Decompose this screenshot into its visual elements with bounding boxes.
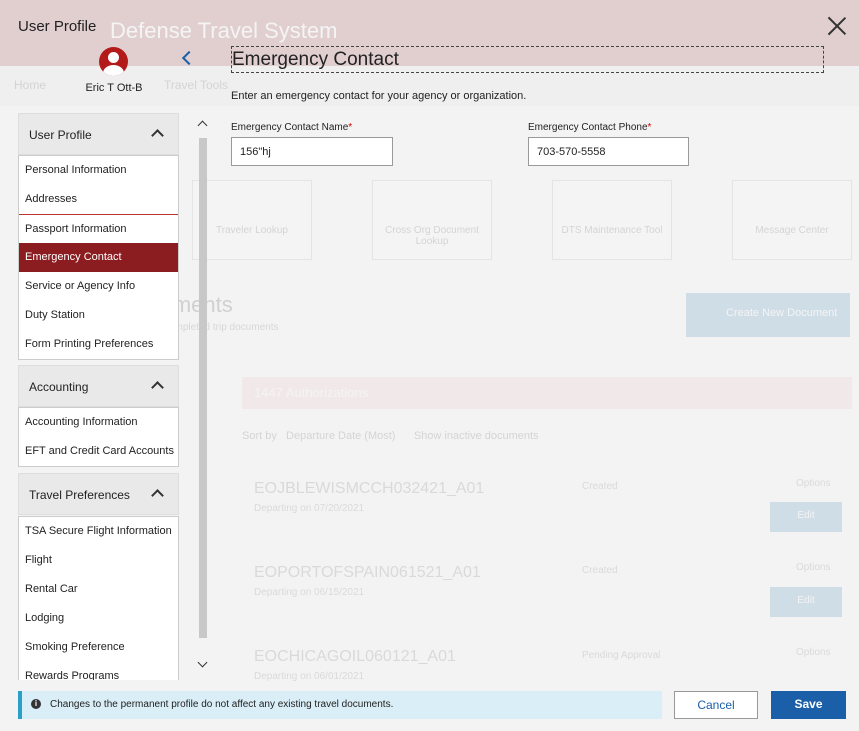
- group-label: Travel Preferences: [29, 488, 130, 502]
- group-header-user-profile[interactable]: User Profile: [18, 113, 179, 155]
- group-items-accounting: Accounting Information EFT and Credit Ca…: [18, 407, 179, 467]
- user-name: Eric T Ott-B: [85, 82, 143, 94]
- app-title: Defense Travel System: [110, 18, 338, 43]
- group-header-accounting[interactable]: Accounting: [18, 365, 179, 407]
- back-chevron-icon[interactable]: [178, 49, 196, 67]
- doc-status: Pending Approval: [582, 650, 661, 661]
- chevron-up-icon[interactable]: [151, 489, 164, 502]
- profile-sidebar: User Profile Personal Information Addres…: [18, 113, 194, 680]
- sidebar-item-addresses[interactable]: Addresses: [19, 185, 178, 214]
- sidebar-item-smoking-preference[interactable]: Smoking Preference: [19, 633, 178, 662]
- doc-options: Options: [796, 478, 831, 489]
- emergency-contact-name-label: Emergency Contact Name*: [231, 122, 353, 133]
- sidebar-item-accounting-information[interactable]: Accounting Information: [19, 408, 178, 437]
- sidebar-scrollbar[interactable]: [197, 116, 209, 679]
- group-header-travel-preferences[interactable]: Travel Preferences: [18, 473, 179, 515]
- doc-sub: Departing on 07/20/2021: [254, 503, 365, 514]
- tile-traveler-lookup: Traveler Lookup: [192, 180, 312, 260]
- avatar-icon: [99, 47, 128, 76]
- chevron-up-icon[interactable]: [151, 381, 164, 394]
- tile-cross-org: Cross Org Document Lookup: [372, 180, 492, 260]
- notice-text: Changes to the permanent profile do not …: [50, 699, 394, 710]
- sidebar-item-emergency-contact[interactable]: Emergency Contact: [19, 243, 178, 272]
- tile-message-center: Message Center: [732, 180, 852, 260]
- doc-button: Edit: [770, 587, 842, 617]
- info-icon: i: [31, 699, 41, 709]
- create-document-button: Create New Document: [686, 293, 850, 337]
- sidebar-item-personal-information[interactable]: Personal Information: [19, 156, 178, 185]
- emergency-contact-name-input[interactable]: [231, 137, 393, 166]
- doc-name: EOPORTOFSPAIN061521_A01: [254, 564, 481, 581]
- scroll-down-icon[interactable]: [197, 657, 208, 668]
- chevron-up-icon[interactable]: [151, 129, 164, 142]
- group-items-travel-preferences: TSA Secure Flight Information Flight Ren…: [18, 516, 179, 680]
- nav-home: Home: [14, 78, 47, 92]
- sidebar-item-passport-information[interactable]: Passport Information: [19, 214, 178, 243]
- emergency-contact-phone-input[interactable]: [528, 137, 689, 166]
- scrollbar-thumb[interactable]: [199, 138, 207, 638]
- sidebar-item-tsa-secure-flight[interactable]: TSA Secure Flight Information: [19, 517, 178, 546]
- sidebar-item-form-printing-preferences[interactable]: Form Printing Preferences: [19, 330, 178, 359]
- doc-sub: Departing on 06/15/2021: [254, 587, 365, 598]
- emergency-contact-phone-label: Emergency Contact Phone*: [528, 122, 652, 133]
- cancel-button[interactable]: Cancel: [674, 691, 758, 719]
- sidebar-item-duty-station[interactable]: Duty Station: [19, 301, 178, 330]
- doc-button: Edit: [770, 502, 842, 532]
- group-label: Accounting: [29, 380, 89, 394]
- doc-options: Options: [796, 647, 831, 658]
- sidebar-item-rental-car[interactable]: Rental Car: [19, 575, 178, 604]
- modal-title: User Profile: [18, 18, 97, 35]
- sort-by: Sort by Departure Date (Most) Show inact…: [242, 430, 539, 442]
- sidebar-item-service-agency-info[interactable]: Service or Agency Info: [19, 272, 178, 301]
- section-description: Enter an emergency contact for your agen…: [231, 90, 527, 102]
- sidebar-item-flight[interactable]: Flight: [19, 546, 178, 575]
- section-title: Emergency Contact: [231, 46, 824, 73]
- doc-options: Options: [796, 562, 831, 573]
- sidebar-item-eft-credit-card[interactable]: EFT and Credit Card Accounts: [19, 437, 178, 466]
- sidebar-item-rewards-programs[interactable]: Rewards Programs: [19, 662, 178, 680]
- authorizations-band: 1447 Authorizations: [242, 377, 852, 409]
- close-icon[interactable]: [826, 15, 848, 37]
- scroll-up-icon[interactable]: [197, 120, 208, 131]
- doc-status: Created: [582, 481, 618, 492]
- group-label: User Profile: [29, 128, 92, 142]
- doc-name: EOCHICAGOIL060121_A01: [254, 648, 456, 665]
- nav-travel-tools: Travel Tools: [164, 78, 229, 92]
- save-button[interactable]: Save: [771, 691, 846, 719]
- tile-maintenance-tool: DTS Maintenance Tool: [552, 180, 672, 260]
- doc-sub: Departing on 06/01/2021: [254, 671, 365, 682]
- sidebar-item-lodging[interactable]: Lodging: [19, 604, 178, 633]
- doc-status: Created: [582, 565, 618, 576]
- notice-banner: i Changes to the permanent profile do no…: [18, 691, 662, 719]
- doc-name: EOJBLEWISMCCH032421_A01: [254, 480, 485, 497]
- group-items-user-profile: Personal Information Addresses Passport …: [18, 155, 179, 360]
